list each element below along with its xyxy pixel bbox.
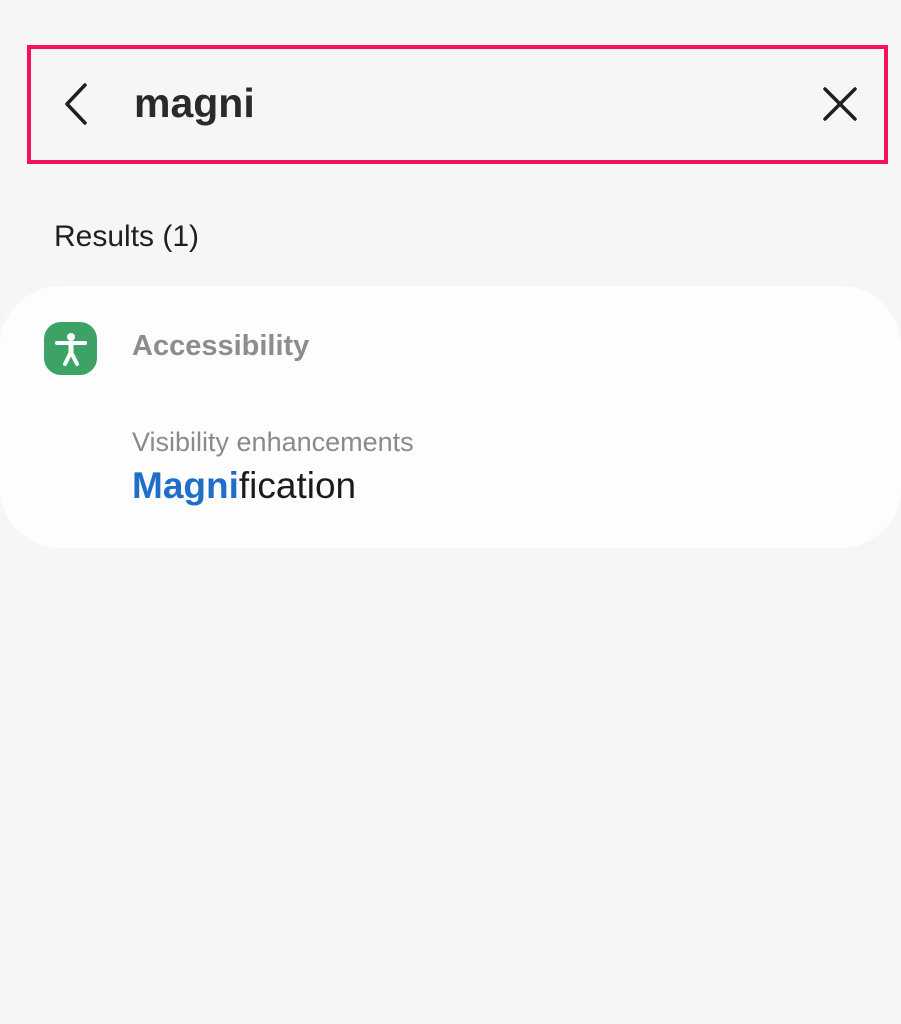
result-item-magnification[interactable]: Visibility enhancements Magnification xyxy=(132,426,414,509)
result-name: Magnification xyxy=(132,464,414,508)
results-title: Results (1) xyxy=(54,220,200,253)
result-name-match: Magni xyxy=(132,465,239,507)
category-label: Accessibility xyxy=(132,330,310,362)
chevron-left-icon xyxy=(65,83,87,125)
result-path: Visibility enhancements xyxy=(132,427,414,457)
result-name-rest: fication xyxy=(238,465,357,507)
accessibility-icon xyxy=(44,322,97,375)
close-icon xyxy=(823,87,857,121)
clear-search-button[interactable] xyxy=(817,81,863,127)
result-card: Accessibility Visibility enhancements Ma… xyxy=(0,286,901,548)
back-button[interactable] xyxy=(51,79,101,129)
search-bar xyxy=(27,45,888,164)
search-input[interactable] xyxy=(134,73,774,133)
